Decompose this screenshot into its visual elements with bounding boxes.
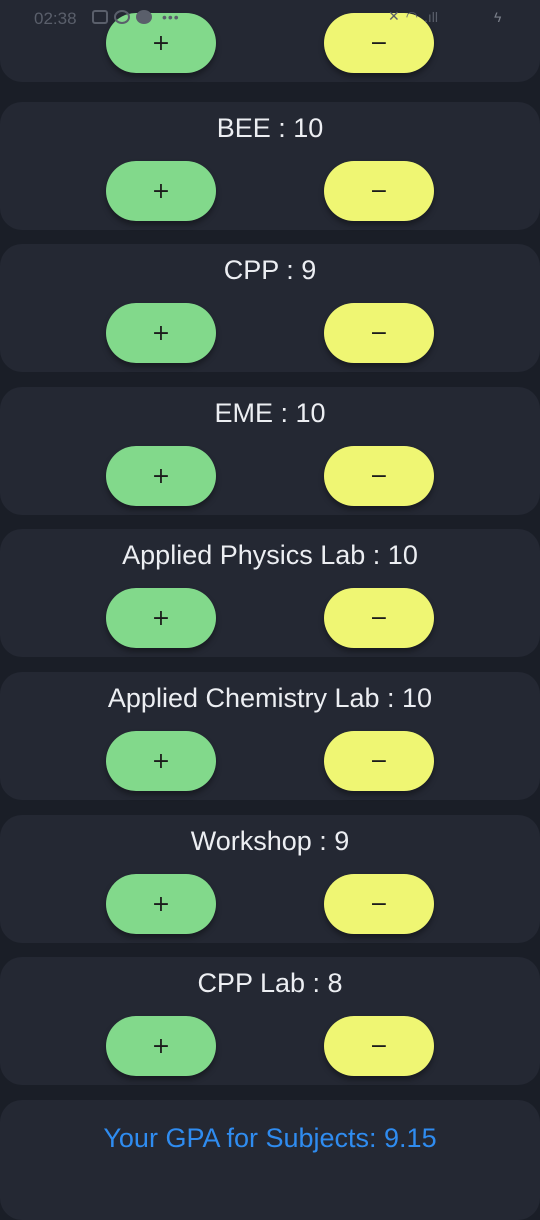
increase-button[interactable]: + bbox=[106, 588, 216, 648]
status-bar: 02:38 ••• ✕ ◠ .ıll ϟ bbox=[0, 0, 540, 40]
whatsapp-icon bbox=[114, 10, 130, 24]
decrease-button[interactable]: − bbox=[324, 731, 434, 791]
battery-charging-icon: ϟ bbox=[494, 9, 502, 25]
subject-card: BEE : 10 + − bbox=[0, 102, 540, 230]
subject-card: Applied Chemistry Lab : 10 + − bbox=[0, 672, 540, 800]
subject-card: CPP Lab : 8 + − bbox=[0, 957, 540, 1085]
subject-card: Applied Physics Lab : 10 + − bbox=[0, 529, 540, 657]
increase-button[interactable]: + bbox=[106, 446, 216, 506]
mute-icon: ✕ bbox=[388, 8, 400, 24]
notification-icons: ••• bbox=[92, 9, 180, 25]
app-icon bbox=[136, 10, 152, 24]
gallery-icon bbox=[92, 10, 108, 24]
wifi-icon: ◠ bbox=[405, 8, 418, 24]
subject-label: Applied Physics Lab : 10 bbox=[122, 540, 418, 570]
increase-button[interactable]: + bbox=[106, 161, 216, 221]
subject-label: EME : 10 bbox=[214, 398, 326, 428]
signal-icon: .ıll bbox=[423, 8, 438, 25]
status-time: 02:38 bbox=[34, 9, 77, 28]
increase-button[interactable]: + bbox=[106, 874, 216, 934]
system-icons: ✕ ◠ .ıll bbox=[388, 8, 438, 25]
decrease-button[interactable]: − bbox=[324, 874, 434, 934]
subject-label: CPP Lab : 8 bbox=[197, 968, 343, 998]
subject-card: CPP : 9 + − bbox=[0, 244, 540, 372]
decrease-button[interactable]: − bbox=[324, 1016, 434, 1076]
subject-label: Workshop : 9 bbox=[190, 826, 350, 856]
gpa-result: Your GPA for Subjects: 9.15 bbox=[103, 1123, 437, 1153]
decrease-button[interactable]: − bbox=[324, 446, 434, 506]
subject-card: EME : 10 + − bbox=[0, 387, 540, 515]
subject-card: Workshop : 9 + − bbox=[0, 815, 540, 943]
decrease-button[interactable]: − bbox=[324, 303, 434, 363]
subject-label: BEE : 10 bbox=[216, 113, 324, 143]
increase-button[interactable]: + bbox=[106, 1016, 216, 1076]
increase-button[interactable]: + bbox=[106, 731, 216, 791]
gpa-card: Your GPA for Subjects: 9.15 bbox=[0, 1100, 540, 1220]
increase-button[interactable]: + bbox=[106, 303, 216, 363]
decrease-button[interactable]: − bbox=[324, 161, 434, 221]
subject-label: Applied Chemistry Lab : 10 bbox=[107, 683, 433, 713]
subject-label: CPP : 9 bbox=[223, 255, 317, 285]
more-notifications-icon: ••• bbox=[162, 9, 180, 25]
decrease-button[interactable]: − bbox=[324, 588, 434, 648]
